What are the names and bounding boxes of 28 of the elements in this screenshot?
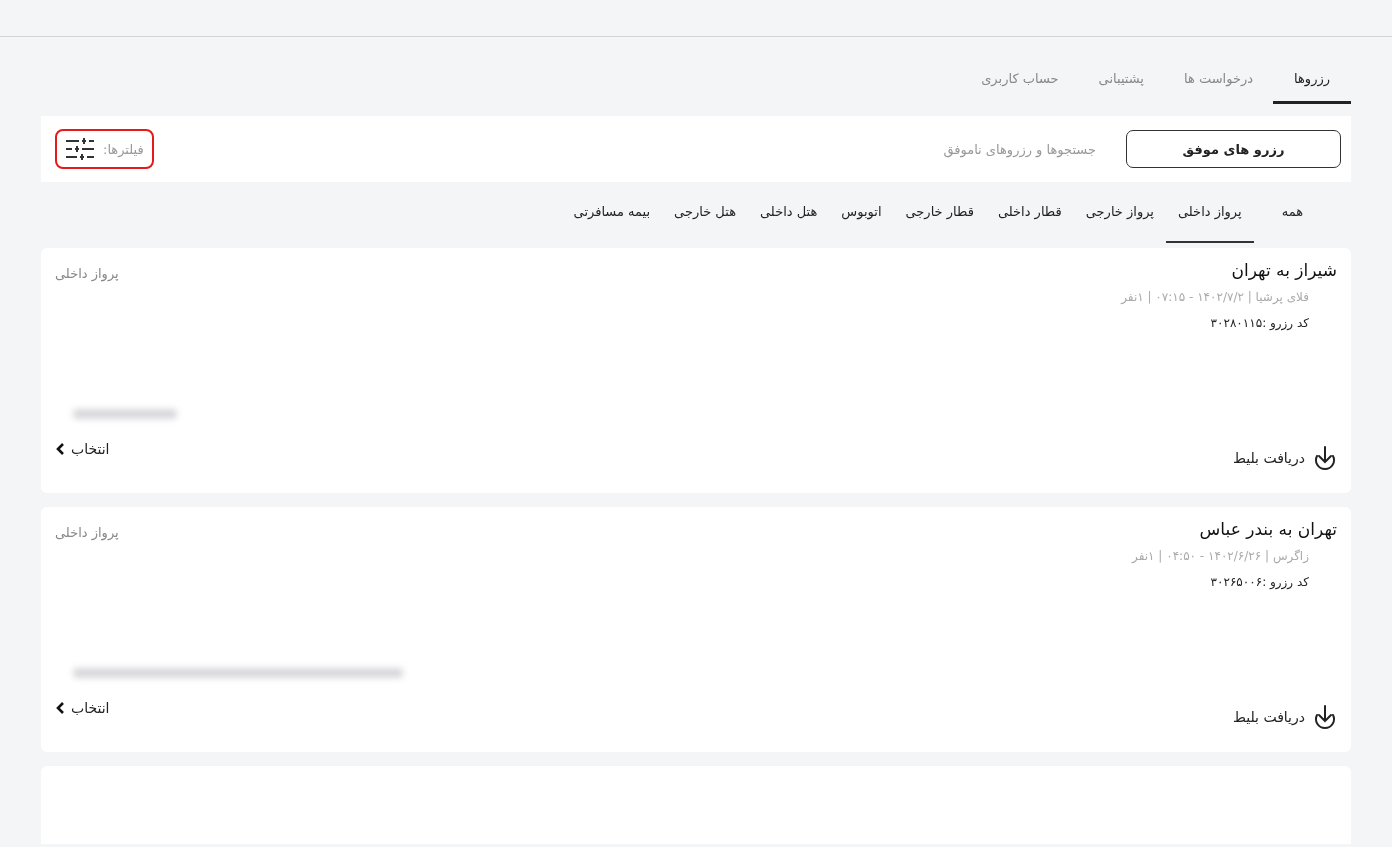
download-icon: [1313, 704, 1337, 730]
select-link[interactable]: انتخاب: [55, 700, 110, 716]
category-tab[interactable]: اتوبوس: [829, 182, 894, 243]
category-tab[interactable]: بیمه مسافرتی: [561, 182, 663, 243]
category-tab[interactable]: همه: [1253, 182, 1331, 243]
category-label: پرواز داخلی: [55, 525, 119, 540]
category-tab[interactable]: هتل خارجی: [662, 182, 748, 243]
booking-code: کد رزرو :۳۰۲۶۵۰۰۶: [1209, 575, 1309, 589]
category-label: پرواز داخلی: [55, 266, 119, 281]
route-title: شیراز به تهران: [1230, 260, 1337, 280]
flight-info: فلای پرشیا | ۱۴۰۲/۷/۲ - ۰۷:۱۵ | ۱نفر: [1121, 290, 1309, 304]
sliders-icon: [65, 137, 95, 161]
chevron-left-icon: [55, 442, 65, 456]
category-tab[interactable]: قطار داخلی: [985, 182, 1074, 243]
chevron-left-icon: [55, 701, 65, 715]
booking-code: کد رزرو :۳۰۲۸۰۱۱۵: [1209, 316, 1309, 330]
route-title: تهران به بندر عباس: [1198, 519, 1337, 539]
download-icon: [1313, 445, 1337, 471]
download-ticket-button[interactable]: دریافت بلیط: [1232, 445, 1337, 471]
category-tab[interactable]: پرواز خارجی: [1073, 182, 1166, 243]
download-ticket-button[interactable]: دریافت بلیط: [1232, 704, 1337, 730]
select-link[interactable]: انتخاب: [55, 441, 110, 457]
category-tab[interactable]: پرواز داخلی: [1166, 182, 1254, 243]
segment-tab[interactable]: رزرو های موفق: [1126, 130, 1341, 168]
category-tab[interactable]: هتل داخلی: [748, 182, 830, 243]
flight-info: زاگرس | ۱۴۰۲/۶/۲۶ - ۰۴:۵۰ | ۱نفر: [1132, 549, 1309, 563]
tab[interactable]: رزروها: [1273, 37, 1351, 104]
category-tab[interactable]: قطار خارجی: [893, 182, 986, 243]
